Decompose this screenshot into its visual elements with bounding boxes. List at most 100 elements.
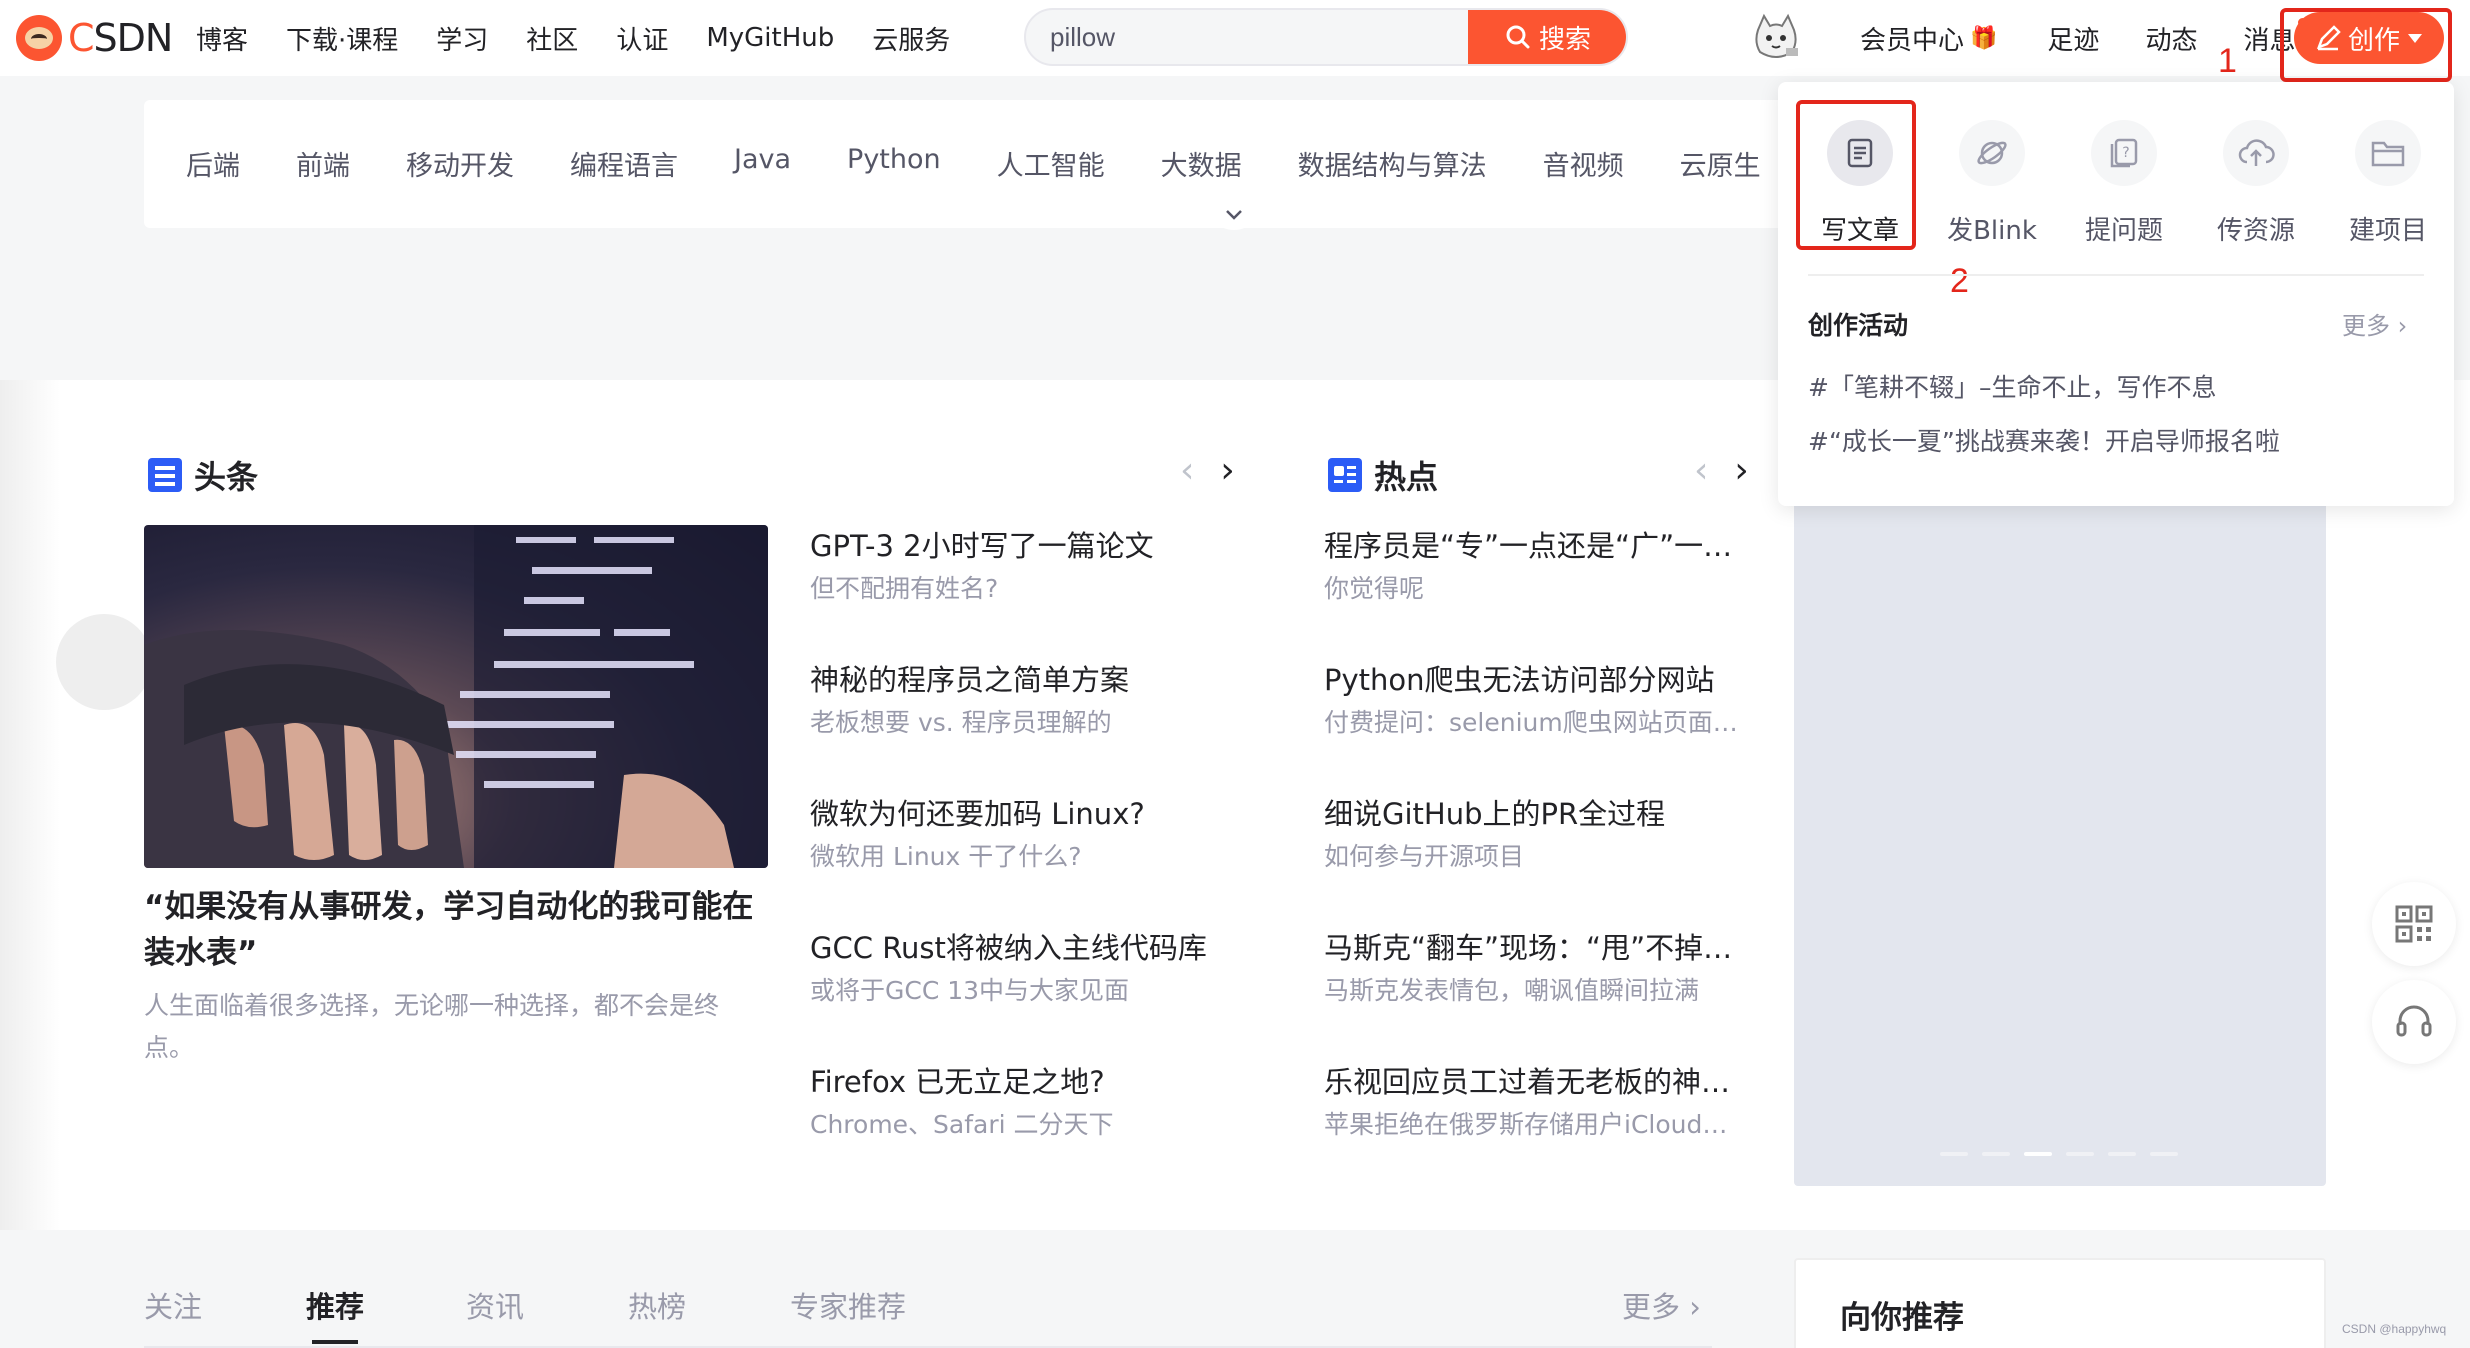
list-item[interactable]: 细说GitHub上的PR全过程 如何参与开源项目 — [1324, 792, 1744, 926]
dynamic-link[interactable]: 动态 — [2145, 20, 2197, 57]
tabs-more-label: 更多 — [1622, 1290, 1681, 1324]
question-icon: ? — [2110, 138, 2138, 168]
hot-title[interactable]: 马斯克“翻车”现场：“甩”不掉的人 — [1324, 926, 1744, 970]
post-blink-label: 发Blink — [1947, 216, 2037, 246]
category-languages[interactable]: 编程语言 — [570, 144, 678, 183]
nav-learn[interactable]: 学习 — [436, 20, 488, 57]
chevron-right-icon[interactable]: › — [1220, 450, 1234, 491]
hot-subtitle: 你觉得呢 — [1324, 574, 1425, 603]
csdn-logo[interactable]: CSDN — [16, 14, 173, 62]
carousel-dot[interactable] — [2108, 1152, 2136, 1156]
search-button[interactable]: 搜索 — [1468, 10, 1626, 64]
hot-subtitle: 马斯克发表情包，嘲讽值瞬间拉满 — [1324, 976, 1700, 1005]
carousel-dot-active[interactable] — [2024, 1152, 2052, 1156]
news-title[interactable]: 微软为何还要加码 Linux? — [810, 792, 1250, 836]
activity-more-link[interactable]: 更多 › — [2342, 306, 2407, 341]
list-item[interactable]: Firefox 已无立足之地? Chrome、Safari 二分天下 — [810, 1060, 1250, 1194]
category-java[interactable]: Java — [734, 144, 791, 183]
category-audio-video[interactable]: 音视频 — [1543, 144, 1624, 183]
nav-blog[interactable]: 博客 — [196, 20, 248, 57]
chevron-left-icon[interactable]: ‹ — [1694, 450, 1708, 491]
news-title[interactable]: GCC Rust将被纳入主线代码库 — [810, 926, 1250, 970]
news-subtitle: Chrome、Safari 二分天下 — [810, 1110, 1114, 1139]
news-title[interactable]: 神秘的程序员之简单方案 — [810, 658, 1250, 702]
news-subtitle: 微软用 Linux 干了什么? — [810, 842, 1082, 871]
tab-hot-list[interactable]: 热榜 — [628, 1284, 686, 1326]
tab-follow[interactable]: 关注 — [144, 1284, 202, 1326]
hot-title[interactable]: Python爬虫无法访问部分网站 — [1324, 658, 1744, 702]
headline-icon — [148, 458, 182, 492]
chevron-left-icon[interactable]: ‹ — [1180, 450, 1194, 491]
nav-community[interactable]: 社区 — [526, 20, 578, 57]
news-subtitle: 或将于GCC 13中与大家见面 — [810, 976, 1130, 1005]
cat-mascot-icon[interactable] — [1748, 10, 1804, 66]
gift-icon: 🎁 — [1970, 25, 1998, 51]
member-center-label: 会员中心 — [1860, 25, 1965, 56]
hot-subtitle: 苹果拒绝在俄罗斯存储用户iCloud数据 — [1324, 1110, 1744, 1139]
create-project-button[interactable]: 建项目 — [2322, 120, 2454, 247]
footprint-link[interactable]: 足迹 — [2047, 20, 2099, 57]
category-cloud-native[interactable]: 云原生 — [1680, 144, 1761, 183]
main-nav: 博客 下载·课程 学习 社区 认证 MyGitHub 云服务 — [196, 0, 988, 76]
banner-carousel[interactable] — [1794, 500, 2326, 1186]
ask-question-button[interactable]: ? 提问题 — [2058, 120, 2190, 247]
carousel-dot[interactable] — [1982, 1152, 2010, 1156]
hot-title[interactable]: 乐视回应员工过着无老板的神仙日子 — [1324, 1060, 1744, 1104]
list-item[interactable]: 马斯克“翻车”现场：“甩”不掉的人 马斯克发表情包，嘲讽值瞬间拉满 — [1324, 926, 1744, 1060]
annotation-number-2: 2 — [1950, 262, 1969, 300]
tab-recommend[interactable]: 推荐 — [306, 1284, 364, 1326]
nav-certification[interactable]: 认证 — [616, 20, 668, 57]
carousel-prev-ghost[interactable] — [56, 614, 152, 710]
news-subtitle: 但不配拥有姓名? — [810, 574, 999, 603]
category-frontend[interactable]: 前端 — [296, 144, 350, 183]
headline-list: GPT-3 2小时写了一篇论文 但不配拥有姓名? 神秘的程序员之简单方案 老板想… — [810, 524, 1250, 1194]
list-item[interactable]: 神秘的程序员之简单方案 老板想要 vs. 程序员理解的 — [810, 658, 1250, 792]
tabs-more-link[interactable]: 更多 › — [1622, 1284, 1701, 1326]
planet-icon — [1977, 141, 2007, 165]
list-item[interactable]: GCC Rust将被纳入主线代码库 或将于GCC 13中与大家见面 — [810, 926, 1250, 1060]
headset-icon — [2396, 1005, 2432, 1037]
search-input[interactable] — [1026, 10, 1470, 64]
hot-icon — [1328, 458, 1362, 492]
activity-topic-2[interactable]: #“成长一夏”挑战赛来袭！开启导师报名啦 — [1808, 422, 2280, 458]
category-ai[interactable]: 人工智能 — [997, 144, 1105, 183]
nav-download-course[interactable]: 下载·课程 — [286, 20, 398, 57]
feature-title[interactable]: “如果没有从事研发，学习自动化的我可能在装水表” — [144, 884, 768, 976]
activity-topic-1[interactable]: #「笔耕不辍」–生命不止，写作不息 — [1808, 368, 2216, 404]
news-title[interactable]: Firefox 已无立足之地? — [810, 1060, 1250, 1104]
hot-title[interactable]: 细说GitHub上的PR全过程 — [1324, 792, 1744, 836]
customer-service-button[interactable] — [2372, 980, 2456, 1064]
list-item[interactable]: GPT-3 2小时写了一篇论文 但不配拥有姓名? — [810, 524, 1250, 658]
feed-tabs: 关注 推荐 资讯 热榜 专家推荐 更多 › — [144, 1282, 1712, 1348]
carousel-dot[interactable] — [2066, 1152, 2094, 1156]
hot-title: 热点 — [1374, 458, 1439, 496]
list-item[interactable]: 微软为何还要加码 Linux? 微软用 Linux 干了什么? — [810, 792, 1250, 926]
carousel-dot[interactable] — [1940, 1152, 1968, 1156]
nav-cloud-service[interactable]: 云服务 — [872, 20, 950, 57]
list-item[interactable]: 程序员是“专”一点还是“广”一点? 你觉得呢 — [1324, 524, 1744, 658]
feature-image[interactable] — [144, 525, 768, 868]
ask-question-label: 提问题 — [2084, 216, 2163, 246]
list-item[interactable]: 乐视回应员工过着无老板的神仙日子 苹果拒绝在俄罗斯存储用户iCloud数据 — [1324, 1060, 1744, 1194]
category-backend[interactable]: 后端 — [186, 144, 240, 183]
folder-icon — [2371, 141, 2405, 167]
qrcode-icon — [2395, 905, 2433, 943]
category-mobile[interactable]: 移动开发 — [406, 144, 514, 183]
hot-title[interactable]: 程序员是“专”一点还是“广”一点? — [1324, 524, 1744, 568]
annotation-number-1: 1 — [2218, 42, 2237, 80]
hot-list: 程序员是“专”一点还是“广”一点? 你觉得呢 Python爬虫无法访问部分网站 … — [1324, 524, 1744, 1194]
category-bigdata[interactable]: 大数据 — [1161, 144, 1242, 183]
upload-resource-button[interactable]: 传资源 — [2190, 120, 2322, 247]
carousel-dot[interactable] — [2150, 1152, 2178, 1156]
nav-mygithub[interactable]: MyGitHub — [706, 23, 834, 53]
news-title[interactable]: GPT-3 2小时写了一篇论文 — [810, 524, 1250, 568]
post-blink-button[interactable]: 发Blink — [1926, 120, 2058, 247]
tab-news[interactable]: 资讯 — [466, 1284, 524, 1326]
category-algorithms[interactable]: 数据结构与算法 — [1298, 144, 1487, 183]
qrcode-button[interactable] — [2372, 882, 2456, 966]
chevron-right-icon[interactable]: › — [1734, 450, 1748, 491]
member-center-link[interactable]: 会员中心 🎁 — [1860, 20, 1997, 57]
category-python[interactable]: Python — [847, 144, 941, 183]
list-item[interactable]: Python爬虫无法访问部分网站 付费提问：selenium爬虫网站页面无法访问 — [1324, 658, 1744, 792]
tab-expert[interactable]: 专家推荐 — [790, 1284, 906, 1326]
